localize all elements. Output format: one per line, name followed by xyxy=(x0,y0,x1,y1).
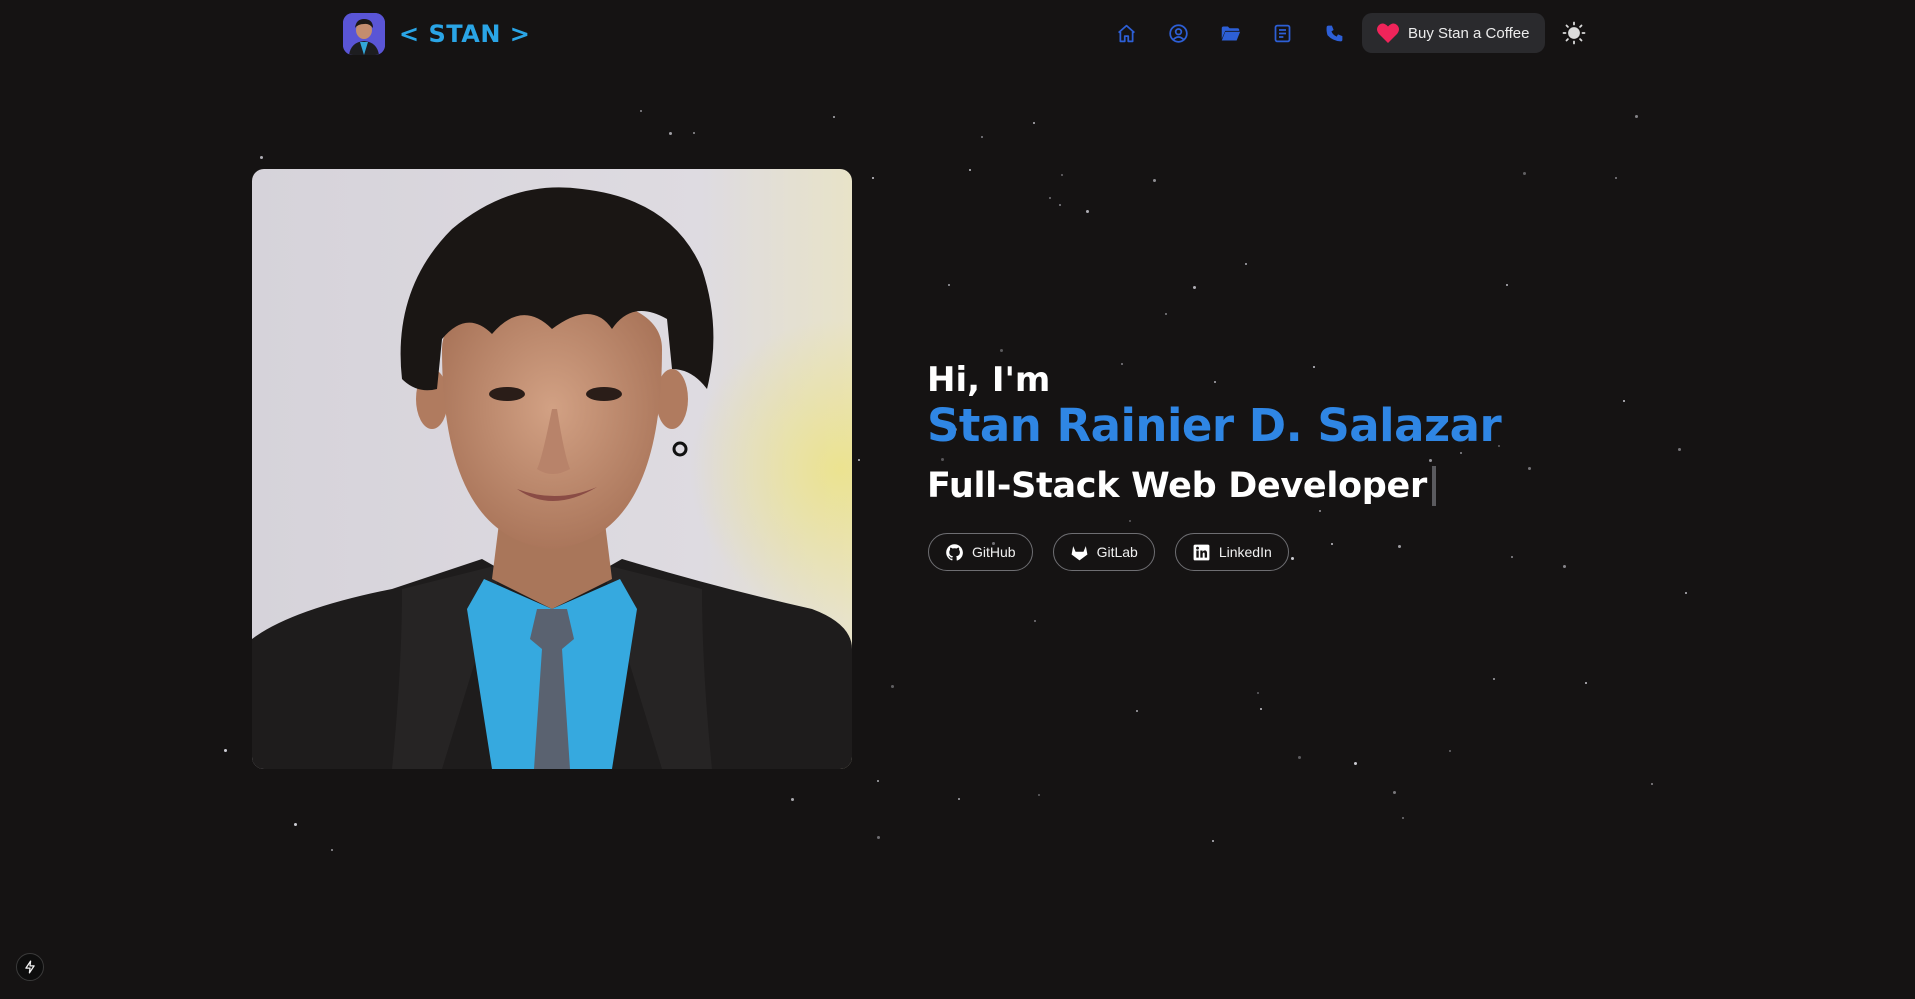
star-dot xyxy=(1061,174,1063,176)
buy-coffee-label: Buy Stan a Coffee xyxy=(1408,24,1530,42)
star-dot xyxy=(224,749,227,752)
buy-coffee-button[interactable]: Buy Stan a Coffee xyxy=(1362,13,1546,53)
star-dot xyxy=(969,169,971,171)
star-dot xyxy=(1193,286,1196,289)
social-links: GitHub GitLab LinkedIn xyxy=(928,533,1309,571)
theme-toggle-button[interactable] xyxy=(1559,18,1589,48)
star-dot xyxy=(1493,678,1495,680)
github-icon xyxy=(946,543,963,561)
star-dot xyxy=(1635,115,1638,118)
main-nav: Buy Stan a Coffee xyxy=(1100,12,1589,54)
star-dot xyxy=(1615,177,1617,179)
hero-role: Full-Stack Web Developer xyxy=(927,466,1427,506)
star-dot xyxy=(640,110,642,112)
star-dot xyxy=(1153,179,1156,182)
lightning-bolt-icon xyxy=(25,960,35,974)
folder-icon xyxy=(1221,26,1240,40)
star-dot xyxy=(872,177,874,179)
nav-home-button[interactable] xyxy=(1100,12,1152,54)
star-dot xyxy=(1033,122,1035,124)
typing-cursor xyxy=(1431,466,1436,506)
star-dot xyxy=(1038,794,1040,796)
star-dot xyxy=(1563,565,1566,568)
star-dot xyxy=(1319,510,1321,512)
star-dot xyxy=(260,156,263,159)
heart-icon xyxy=(1377,23,1399,43)
nav-blog-button[interactable] xyxy=(1256,12,1308,54)
nav-about-button[interactable] xyxy=(1152,12,1204,54)
star-dot xyxy=(1354,762,1357,765)
hero-intro: Hi, I'm Stan Rainier D. Salazar Full-Sta… xyxy=(927,360,1502,508)
gitlab-label: GitLab xyxy=(1096,544,1138,560)
star-dot xyxy=(948,284,950,286)
star-dot xyxy=(791,798,794,801)
star-dot xyxy=(1685,592,1687,594)
star-dot xyxy=(1260,708,1262,710)
star-dot xyxy=(1245,263,1247,265)
gitlab-link[interactable]: GitLab xyxy=(1052,533,1155,571)
github-link[interactable]: GitHub xyxy=(928,533,1033,571)
hero-role-line: Full-Stack Web Developer xyxy=(927,464,1501,508)
linkedin-label: LinkedIn xyxy=(1218,544,1272,560)
brand-logo-link[interactable]: < STAN > xyxy=(343,13,530,55)
document-icon xyxy=(1274,24,1290,42)
star-dot xyxy=(1393,791,1396,794)
nav-contact-button[interactable] xyxy=(1308,12,1360,54)
user-circle-icon xyxy=(1168,23,1188,43)
star-dot xyxy=(1086,210,1089,213)
github-label: GitHub xyxy=(972,544,1016,560)
site-header: < STAN > Buy Stan a Coffee xyxy=(0,0,1915,66)
star-dot xyxy=(1449,750,1451,752)
phone-icon xyxy=(1326,25,1342,41)
star-dot xyxy=(1651,783,1653,785)
star-dot xyxy=(1165,313,1167,315)
sun-icon xyxy=(1563,21,1586,45)
star-dot xyxy=(1623,400,1625,402)
nav-projects-button[interactable] xyxy=(1204,12,1256,54)
page: < STAN > Buy Stan a Coffee Hi, I'm Stan … xyxy=(0,0,1915,999)
star-dot xyxy=(1298,756,1301,759)
star-dot xyxy=(1034,620,1036,622)
star-dot xyxy=(1506,284,1508,286)
star-dot xyxy=(1212,840,1214,842)
star-dot xyxy=(1331,543,1333,545)
star-dot xyxy=(877,836,880,839)
star-dot xyxy=(1000,349,1003,352)
linkedin-icon xyxy=(1193,544,1210,560)
star-dot xyxy=(877,780,879,782)
star-dot xyxy=(331,849,333,851)
star-dot xyxy=(1257,692,1259,694)
star-dot xyxy=(1511,556,1513,558)
hero-greeting: Hi, I'm xyxy=(927,360,1051,400)
star-dot xyxy=(1678,448,1681,451)
dev-tools-button[interactable] xyxy=(16,953,44,981)
star-dot xyxy=(669,132,672,135)
star-dot xyxy=(1059,204,1061,206)
star-dot xyxy=(294,823,297,826)
star-dot xyxy=(1129,520,1131,522)
star-dot xyxy=(1523,172,1526,175)
star-dot xyxy=(1049,197,1051,199)
star-dot xyxy=(858,459,860,461)
star-dot xyxy=(1528,467,1531,470)
gitlab-icon xyxy=(1071,545,1087,560)
star-dot xyxy=(958,798,960,800)
star-dot xyxy=(1136,710,1138,712)
star-dot xyxy=(1585,682,1587,684)
brand-name: < STAN > xyxy=(399,20,531,48)
linkedin-link[interactable]: LinkedIn xyxy=(1174,533,1289,571)
star-dot xyxy=(1402,817,1404,819)
star-dot xyxy=(891,685,894,688)
star-dot xyxy=(833,116,835,118)
star-dot xyxy=(693,132,695,134)
star-dot xyxy=(1398,545,1401,548)
home-icon xyxy=(1117,24,1135,42)
star-dot xyxy=(981,136,983,138)
profile-photo xyxy=(252,169,852,769)
brand-avatar xyxy=(343,13,385,55)
hero-name: Stan Rainier D. Salazar xyxy=(927,399,1502,452)
